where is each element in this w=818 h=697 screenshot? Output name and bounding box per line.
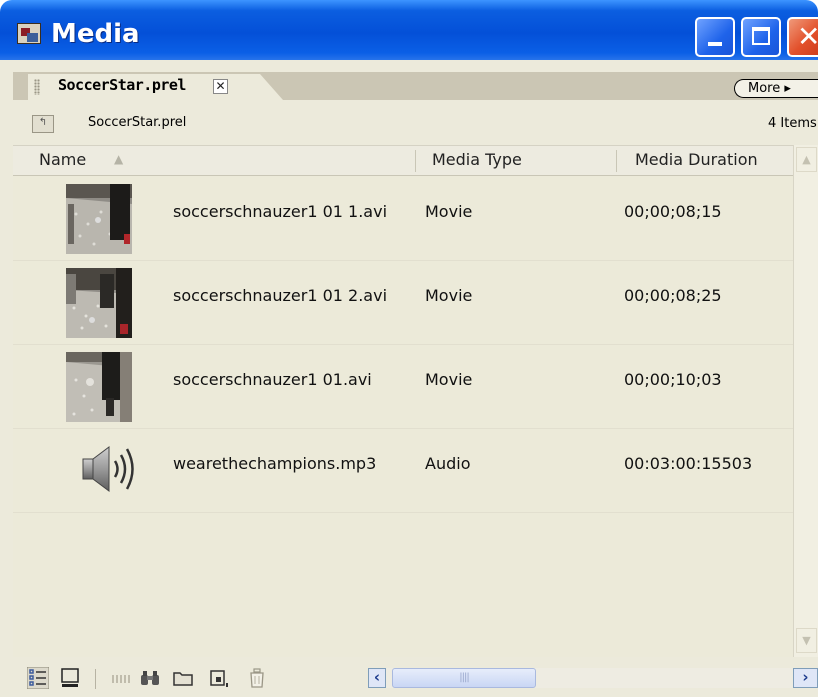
list-item[interactable]: wearethechampions.mp3 Audio 00:03:00:155…	[13, 428, 793, 513]
new-bin-icon[interactable]	[172, 667, 194, 689]
media-name: soccerschnauzer1 01 2.avi	[173, 286, 388, 305]
video-thumbnail	[66, 184, 132, 254]
find-icon[interactable]	[139, 667, 161, 689]
column-divider[interactable]	[415, 150, 416, 172]
more-button[interactable]: More ▸	[734, 79, 818, 98]
vertical-scrollbar[interactable]: ▲ ▼	[793, 145, 818, 657]
maximize-icon	[752, 27, 770, 45]
media-type: Movie	[425, 370, 473, 389]
list-item[interactable]: soccerschnauzer1 01.avi Movie 00;00;10;0…	[13, 344, 793, 429]
project-path-label: SoccerStar.prel	[88, 115, 187, 130]
media-app-icon	[17, 23, 41, 44]
close-window-button[interactable]: ✕	[787, 17, 818, 57]
media-name: wearethechampions.mp3	[173, 454, 377, 473]
toolbar-separator	[95, 669, 96, 689]
media-name: soccerschnauzer1 01 1.avi	[173, 202, 388, 221]
tab-grip-handle[interactable]	[34, 79, 40, 95]
media-duration: 00;00;08;15	[624, 202, 722, 221]
storyboard-icon[interactable]	[110, 667, 132, 689]
video-thumbnail	[66, 352, 132, 422]
tab-close-icon[interactable]: ✕	[213, 79, 228, 94]
scroll-right-icon[interactable]: ›	[793, 668, 818, 688]
media-type: Audio	[425, 454, 471, 473]
scroll-up-icon[interactable]: ▲	[796, 147, 817, 172]
column-header-name[interactable]: Name	[39, 150, 86, 169]
column-header-media-duration[interactable]: Media Duration	[635, 150, 758, 169]
new-item-icon[interactable]	[208, 667, 230, 689]
video-thumbnail	[66, 268, 132, 338]
minimize-button[interactable]	[695, 17, 735, 57]
up-folder-icon[interactable]: ↰	[32, 115, 54, 133]
tab-label[interactable]: SoccerStar.prel	[58, 76, 186, 94]
horizontal-scroll-thumb[interactable]: ||||	[392, 668, 536, 688]
list-view-icon[interactable]	[27, 667, 49, 689]
column-header-media-type[interactable]: Media Type	[432, 150, 522, 169]
media-duration: 00;00;08;25	[624, 286, 722, 305]
media-duration: 00;00;10;03	[624, 370, 722, 389]
column-header-row: Name ▲ Media Type Media Duration	[13, 145, 793, 176]
list-item[interactable]: soccerschnauzer1 01 2.avi Movie 00;00;08…	[13, 260, 793, 345]
media-type: Movie	[425, 286, 473, 305]
items-count: 4 Items	[768, 116, 817, 131]
maximize-button[interactable]	[741, 17, 781, 57]
close-icon: ✕	[797, 20, 818, 53]
scroll-left-icon[interactable]: ‹	[368, 668, 386, 688]
media-type: Movie	[425, 202, 473, 221]
media-name: soccerschnauzer1 01.avi	[173, 370, 372, 389]
minimize-icon	[708, 42, 722, 46]
sort-ascending-icon: ▲	[114, 152, 124, 166]
delete-icon[interactable]	[246, 667, 268, 689]
column-divider[interactable]	[616, 150, 617, 172]
list-item[interactable]: soccerschnauzer1 01 1.avi Movie 00;00;08…	[13, 176, 793, 261]
speaker-icon	[81, 443, 137, 495]
window-title: Media	[51, 19, 140, 49]
icon-view-icon[interactable]	[59, 667, 81, 689]
media-duration: 00:03:00:15503	[624, 454, 753, 473]
media-list: Name ▲ Media Type Media Duration soccers…	[13, 145, 793, 657]
scroll-down-icon[interactable]: ▼	[796, 628, 817, 653]
